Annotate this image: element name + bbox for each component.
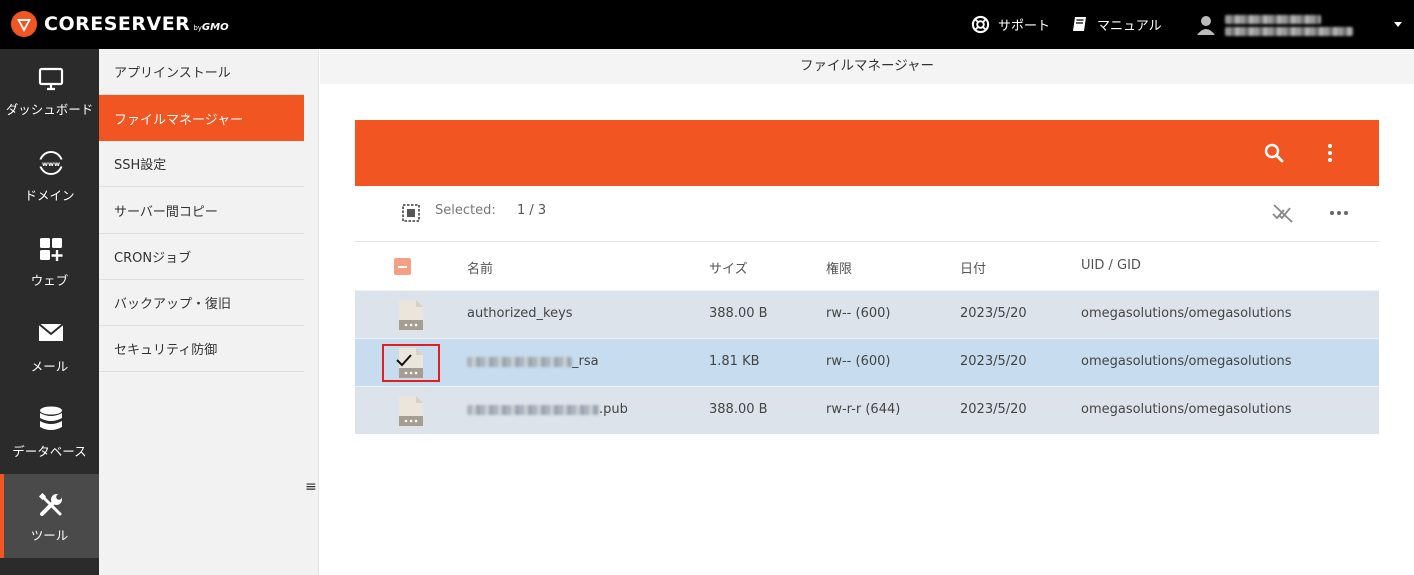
monitor-icon — [38, 67, 64, 91]
support-link[interactable]: サポート — [971, 13, 1050, 35]
column-header-date[interactable]: 日付 — [960, 258, 986, 277]
select-all-icon[interactable] — [401, 203, 421, 223]
file-permission: rw-- (600) — [826, 306, 891, 321]
column-header-name[interactable]: 名前 — [467, 258, 493, 277]
file-permission: rw-r-r (644) — [826, 402, 901, 417]
file-size: 388.00 B — [709, 402, 768, 417]
brand-name: CORESERVER — [44, 13, 191, 35]
submenu-file-manager[interactable]: ファイルマネージャー — [99, 95, 304, 141]
submenu-security[interactable]: セキュリティ防御 — [99, 326, 304, 372]
file-manager-header — [355, 120, 1379, 186]
nav-item-web[interactable]: ウェブ — [0, 221, 99, 305]
support-label: サポート — [998, 18, 1051, 34]
search-icon[interactable] — [1263, 142, 1285, 164]
file-name-suffix: .pub — [599, 402, 628, 417]
www-globe-icon: www — [39, 151, 63, 175]
primary-nav: ダッシュボード www ドメイン ウェブ メール データベース ツール — [0, 49, 99, 575]
selection-highlight-box — [382, 344, 440, 382]
manual-label: マニュアル — [1097, 18, 1162, 34]
file-table: 名前 サイズ 権限 日付 UID / GID authorized_keys 3… — [355, 242, 1379, 434]
column-header-size[interactable]: サイズ — [709, 258, 748, 277]
nav-item-domain[interactable]: www ドメイン — [0, 135, 99, 219]
brand-by: by — [193, 24, 202, 32]
nav-item-label: ダッシュボード — [5, 102, 94, 117]
chevron-down-icon[interactable] — [1394, 22, 1402, 27]
envelope-icon — [38, 323, 64, 341]
sidebar-collapse-handle[interactable]: ≡ — [305, 479, 317, 495]
page-title: ファイルマネージャー — [320, 49, 1414, 84]
column-header-permission[interactable]: 権限 — [826, 258, 852, 277]
file-icon — [399, 396, 423, 426]
table-row-selected[interactable]: _rsa 1.81 KB rw-- (600) 2023/5/20 omegas… — [355, 338, 1379, 386]
book-icon — [1073, 17, 1086, 31]
table-header: 名前 サイズ 権限 日付 UID / GID — [355, 242, 1379, 290]
file-owner: omegasolutions/omegasolutions — [1081, 354, 1292, 369]
database-icon — [40, 406, 62, 430]
submenu-ssh-settings[interactable]: SSH設定 — [99, 141, 304, 187]
nav-item-dashboard[interactable]: ダッシュボード — [0, 49, 99, 133]
more-vertical-icon[interactable] — [1319, 142, 1341, 164]
file-owner: omegasolutions/omegasolutions — [1081, 306, 1292, 321]
submenu-server-copy[interactable]: サーバー間コピー — [99, 188, 304, 234]
file-size: 388.00 B — [709, 306, 768, 321]
brand-gmo: GMO — [201, 21, 229, 33]
user-menu[interactable] — [1197, 8, 1353, 42]
nav-item-label: ツール — [30, 528, 69, 543]
selection-toolbar: Selected: 1 / 3 — [355, 186, 1379, 242]
selected-count: 1 / 3 — [517, 203, 547, 218]
select-all-checkbox[interactable] — [394, 258, 411, 275]
blurred-filename-prefix — [467, 404, 599, 415]
submenu-backup-restore[interactable]: バックアップ・復旧 — [99, 280, 304, 326]
submenu-app-install[interactable]: アプリインストール — [99, 49, 304, 95]
manual-link[interactable]: マニュアル — [1071, 13, 1162, 35]
file-name[interactable]: _rsa — [467, 354, 599, 369]
user-account-blurred — [1225, 12, 1353, 39]
blurred-filename-prefix — [467, 356, 572, 367]
file-size: 1.81 KB — [709, 354, 760, 369]
lifebuoy-icon — [971, 15, 990, 33]
file-name[interactable]: authorized_keys — [467, 306, 573, 321]
deselect-all-icon[interactable] — [1271, 202, 1295, 224]
file-name-suffix: _rsa — [572, 354, 599, 369]
nav-item-label: メール — [30, 359, 69, 374]
file-date: 2023/5/20 — [960, 354, 1027, 369]
table-row[interactable]: .pub 388.00 B rw-r-r (644) 2023/5/20 ome… — [355, 386, 1379, 434]
coreserver-logo-icon — [11, 11, 37, 37]
file-name[interactable]: .pub — [467, 402, 628, 417]
submenu-cron-jobs[interactable]: CRONジョブ — [99, 234, 304, 280]
file-date: 2023/5/20 — [960, 306, 1027, 321]
nav-item-tools[interactable]: ツール — [0, 474, 99, 558]
user-icon — [1197, 16, 1215, 35]
column-header-owner[interactable]: UID / GID — [1081, 258, 1141, 273]
file-icon — [399, 300, 423, 330]
more-horizontal-icon[interactable] — [1327, 202, 1351, 224]
file-date: 2023/5/20 — [960, 402, 1027, 417]
svg-text:www: www — [42, 160, 60, 168]
brand-logo[interactable]: CORESERVER by GMO — [10, 10, 229, 38]
top-bar: CORESERVER by GMO サポート マニュアル — [0, 0, 1414, 49]
tools-icon — [38, 492, 62, 516]
nav-item-database[interactable]: データベース — [0, 393, 99, 477]
nav-item-label: データベース — [12, 444, 87, 459]
file-permission: rw-- (600) — [826, 354, 891, 369]
secondary-nav: アプリインストール ファイルマネージャー SSH設定 サーバー間コピー CRON… — [99, 49, 319, 575]
grid-plus-icon — [40, 238, 63, 261]
nav-item-label: ウェブ — [30, 273, 69, 288]
nav-item-label: ドメイン — [24, 188, 75, 203]
selected-label: Selected: — [435, 203, 496, 218]
table-row[interactable]: authorized_keys 388.00 B rw-- (600) 2023… — [355, 290, 1379, 338]
nav-item-mail[interactable]: メール — [0, 307, 99, 391]
file-owner: omegasolutions/omegasolutions — [1081, 402, 1292, 417]
